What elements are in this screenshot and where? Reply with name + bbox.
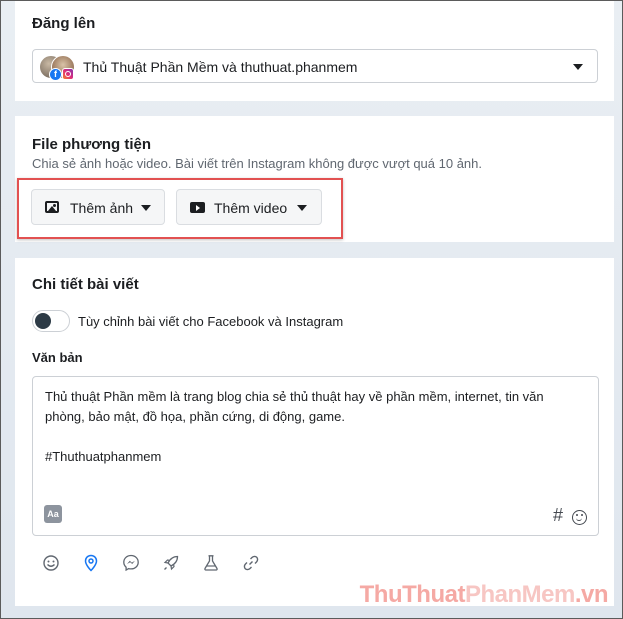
post-details-title: Chi tiết bài viết bbox=[32, 276, 139, 293]
emoji-icon[interactable] bbox=[42, 554, 62, 574]
add-photo-button[interactable]: Thêm ảnh bbox=[31, 189, 165, 225]
add-photo-label: Thêm ảnh bbox=[70, 200, 134, 216]
add-video-button[interactable]: Thêm video bbox=[176, 189, 322, 225]
text-label: Văn bản bbox=[32, 350, 83, 365]
link-icon[interactable] bbox=[242, 554, 262, 574]
text-format-icon[interactable]: Aa bbox=[44, 505, 62, 523]
post-text-content: Thủ thuật Phần mềm là trang blog chia sẻ… bbox=[45, 387, 585, 467]
media-section: File phương tiện Chia sẻ ảnh hoặc video.… bbox=[15, 116, 614, 242]
photo-icon bbox=[45, 201, 59, 213]
messenger-icon[interactable] bbox=[122, 554, 142, 574]
customize-toggle-label: Tùy chỉnh bài viết cho Facebook và Insta… bbox=[78, 314, 344, 329]
toggle-knob bbox=[35, 313, 51, 329]
account-name: Thủ Thuật Phần Mềm và thuthuat.phanmem bbox=[83, 59, 358, 75]
chevron-down-icon bbox=[573, 64, 583, 70]
post-text-body: Thủ thuật Phần mềm là trang blog chia sẻ… bbox=[45, 389, 544, 424]
page-frame: Đăng lên f Thủ Thuật Phần Mềm và thuthua… bbox=[0, 0, 623, 619]
account-select[interactable]: f Thủ Thuật Phần Mềm và thuthuat.phanmem bbox=[32, 49, 598, 83]
hashtag-icon[interactable]: # bbox=[553, 505, 563, 526]
customize-toggle[interactable] bbox=[32, 310, 70, 332]
post-hashtag: #Thuthuatphanmem bbox=[45, 449, 162, 464]
emoji-picker-icon[interactable] bbox=[572, 510, 587, 525]
watermark: ThuThuatPhanMem.vn bbox=[359, 581, 609, 608]
post-text-area[interactable]: Thủ thuật Phần mềm là trang blog chia sẻ… bbox=[32, 376, 599, 536]
account-avatars: f bbox=[39, 55, 75, 81]
media-title: File phương tiện bbox=[32, 136, 152, 153]
facebook-icon: f bbox=[49, 68, 62, 81]
flask-icon[interactable] bbox=[202, 554, 222, 574]
post-details-section: Chi tiết bài viết Tùy chỉnh bài viết cho… bbox=[15, 258, 614, 606]
media-description: Chia sẻ ảnh hoặc video. Bài viết trên In… bbox=[32, 156, 482, 171]
rocket-icon[interactable] bbox=[162, 554, 182, 574]
instagram-icon bbox=[62, 68, 74, 80]
location-pin-icon[interactable] bbox=[82, 554, 102, 574]
add-video-label: Thêm video bbox=[214, 200, 288, 216]
chevron-down-icon bbox=[297, 205, 307, 211]
post-to-section: Đăng lên f Thủ Thuật Phần Mềm và thuthua… bbox=[15, 1, 614, 101]
video-icon bbox=[190, 202, 205, 213]
chevron-down-icon bbox=[141, 205, 151, 211]
post-to-title: Đăng lên bbox=[32, 15, 96, 32]
